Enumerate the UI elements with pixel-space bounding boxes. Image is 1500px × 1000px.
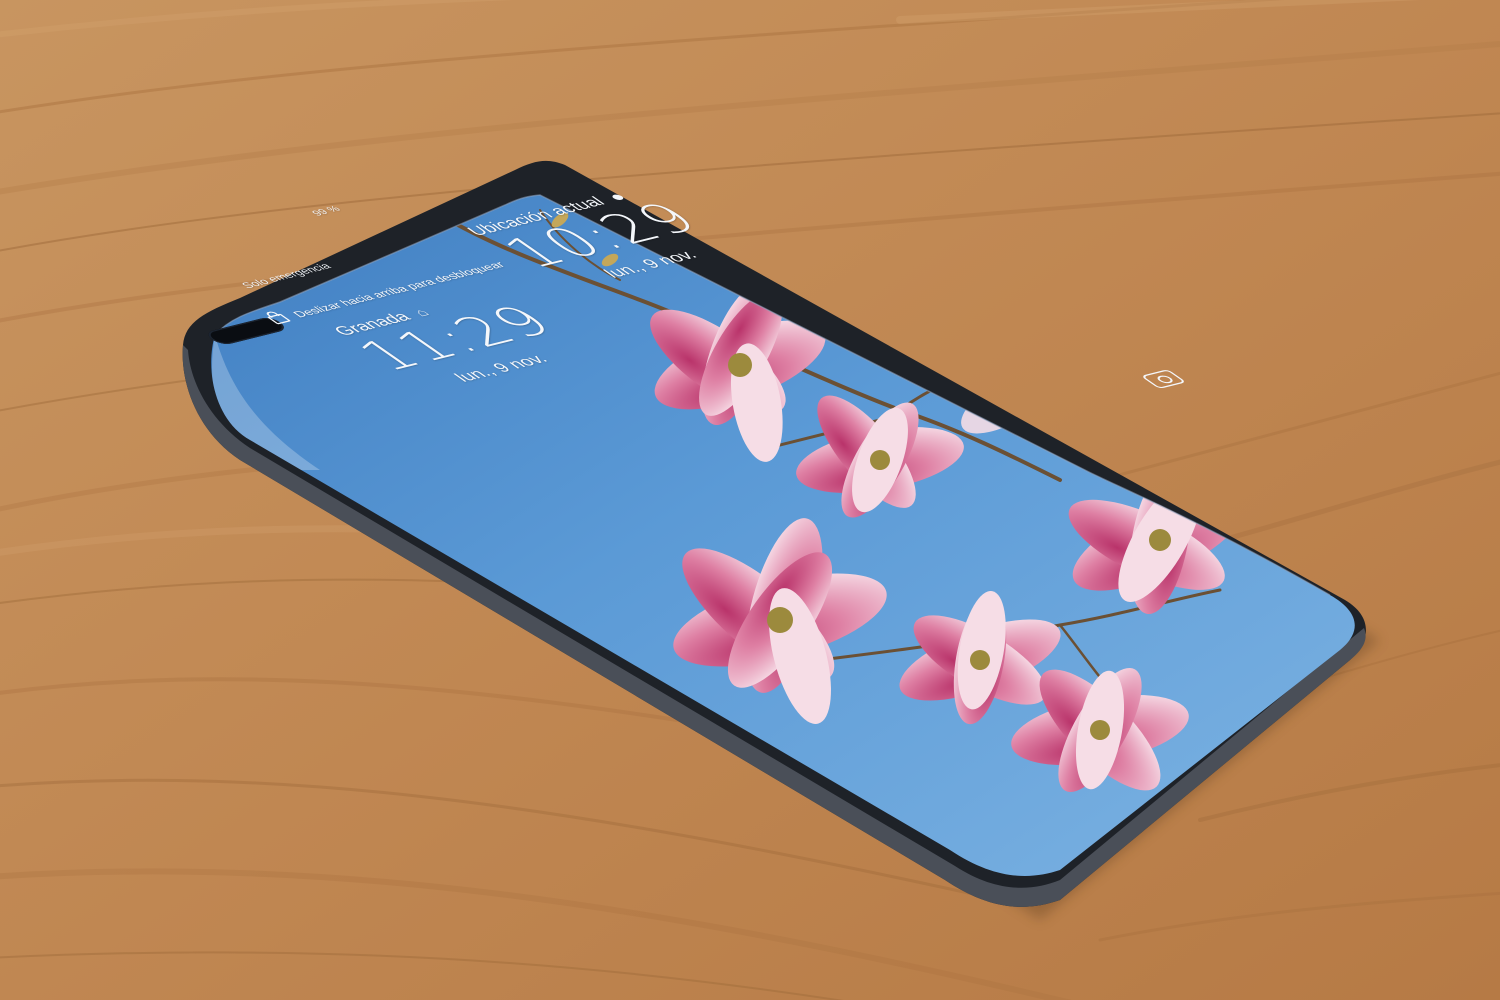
camera-icon[interactable] (1140, 369, 1187, 389)
photo-scene: 99 % Solo emergencia Deslizar hacia arri… (0, 0, 1500, 1000)
